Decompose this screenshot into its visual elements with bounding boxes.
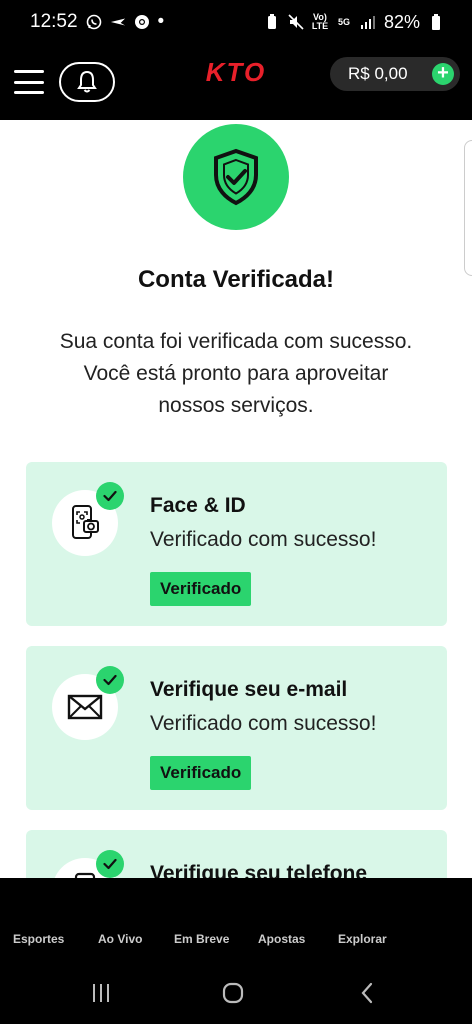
verified-badge: Verificado <box>150 756 252 790</box>
battery-icon <box>428 14 444 30</box>
nav-item-explorar[interactable]: Explorar <box>338 932 387 946</box>
card-status: Verificado com sucesso! <box>150 528 377 551</box>
mute-icon <box>288 14 304 30</box>
shield-check-icon <box>214 148 258 206</box>
hamburger-icon <box>14 70 44 73</box>
add-funds-icon[interactable]: + <box>432 63 454 85</box>
balance-button[interactable]: R$ 0,00 + <box>330 57 460 91</box>
clock: 12:52 <box>30 11 78 32</box>
status-bar: 12:52 • Vo) LTE 5G 82% <box>0 0 472 44</box>
nav-item-em-breve[interactable]: Em Breve <box>174 932 229 946</box>
back-icon <box>361 982 373 1004</box>
card-title: Verifique seu e-mail <box>150 678 348 701</box>
nav-item-apostas[interactable]: Apostas <box>258 932 305 946</box>
check-icon <box>96 666 124 694</box>
verification-card-email[interactable]: Verifique seu e-mail Verificado com suce… <box>26 646 447 810</box>
card-title: Face & ID <box>150 494 246 517</box>
notifications-button[interactable] <box>59 62 115 102</box>
back-button[interactable] <box>352 980 382 1006</box>
page-subtitle: Sua conta foi verificada com sucesso. Vo… <box>59 330 413 417</box>
card-title: Verifique seu telefone <box>150 862 368 878</box>
svg-text:KTO: KTO <box>206 58 266 86</box>
check-icon <box>96 482 124 510</box>
home-icon <box>222 982 244 1004</box>
network-5g-label: 5G <box>337 16 350 27</box>
airplane-notification-icon <box>110 14 126 30</box>
verified-badge: Verificado <box>150 572 252 606</box>
kto-logo[interactable]: KTO <box>190 58 282 86</box>
nav-item-esportes[interactable]: Esportes <box>13 932 64 946</box>
check-icon <box>96 850 124 878</box>
verification-card-face-id[interactable]: Face & ID Verificado com sucesso! Verifi… <box>26 462 447 626</box>
recent-apps-icon <box>93 984 109 1002</box>
recent-apps-button[interactable] <box>86 980 116 1006</box>
battery-percent: 82% <box>383 11 420 32</box>
verified-shield-badge <box>183 124 289 230</box>
nav-item-ao-vivo[interactable]: Ao Vivo <box>98 932 142 946</box>
edge-panel-handle[interactable] <box>464 140 472 276</box>
verification-card-phone[interactable]: Verifique seu telefone <box>26 830 447 878</box>
system-navigation-bar <box>0 968 472 1024</box>
bottom-navigation: Esportes Ao Vivo Em Breve Apostas Explor… <box>0 878 472 968</box>
home-button[interactable] <box>218 980 248 1006</box>
card-status: Verificado com sucesso! <box>150 712 377 735</box>
more-notifications-dot: • <box>157 11 165 32</box>
whatsapp-icon <box>86 14 102 30</box>
menu-button[interactable] <box>14 70 44 94</box>
chrome-icon <box>134 14 150 30</box>
bell-icon <box>77 70 97 93</box>
battery-saver-icon <box>264 14 280 30</box>
balance-amount: R$ 0,00 <box>348 64 408 83</box>
signal-icon <box>360 14 376 30</box>
page-title: Conta Verificada! <box>137 266 335 293</box>
volte-label: Vo) LTE <box>311 12 329 31</box>
app-header: KTO R$ 0,00 + <box>0 44 472 120</box>
verification-content[interactable]: Conta Verificada! Sua conta foi verifica… <box>0 120 472 878</box>
